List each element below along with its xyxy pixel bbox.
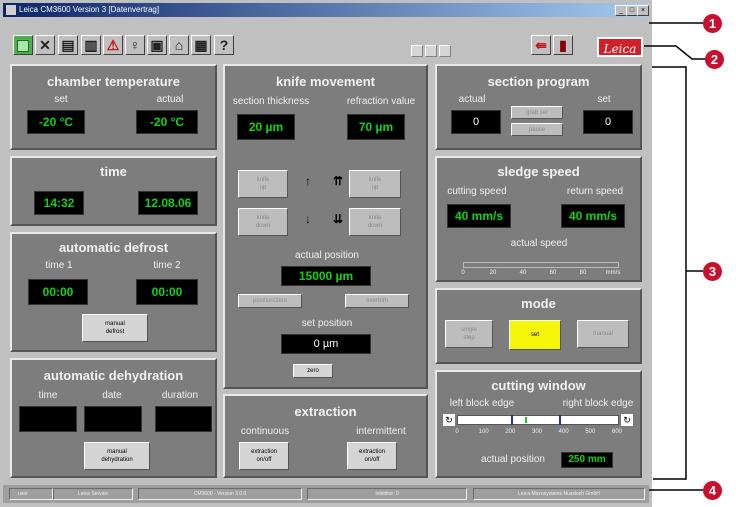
- callout-lines: [644, 22, 706, 491]
- callout-3: 3: [703, 262, 722, 281]
- callout-4: 4: [703, 481, 722, 500]
- callout-1: 1: [703, 14, 722, 33]
- callout-2: 2: [705, 50, 724, 69]
